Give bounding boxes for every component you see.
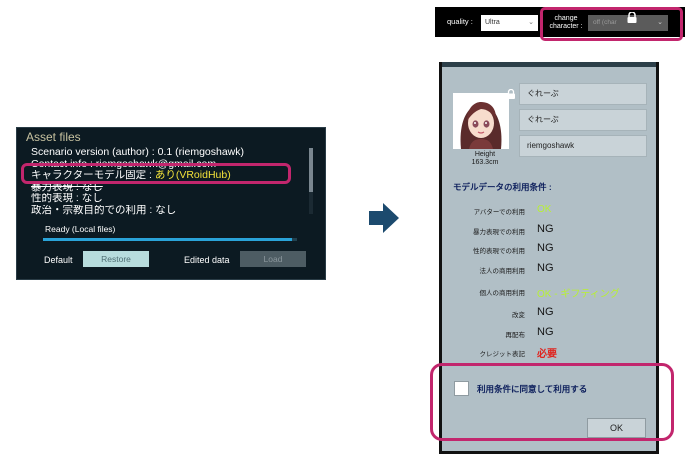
- character-fixed-highlight: [21, 163, 291, 184]
- restore-button[interactable]: Restore: [83, 251, 149, 267]
- term-label-corporate: 法人の商用利用: [479, 268, 526, 275]
- term-value-sexual: NG: [537, 242, 554, 254]
- dialog-header-bar: [442, 62, 656, 67]
- author-field: riemgoshawk: [519, 135, 647, 157]
- asset-files-title: Asset files: [26, 130, 81, 144]
- term-value-avatar-use: OK: [537, 204, 552, 215]
- agree-highlight: [430, 363, 674, 441]
- edited-data-label: Edited data: [184, 255, 230, 265]
- asset-scrollbar-thumb[interactable]: [309, 148, 313, 192]
- arrow-right-icon: [367, 201, 401, 240]
- asset-scrollbar[interactable]: [309, 148, 313, 214]
- progress-bar: [43, 238, 297, 241]
- avatar: [453, 93, 509, 149]
- terms-heading: モデルデータの利用条件 :: [453, 182, 552, 192]
- term-value-personal-commercial: OK - ギフティング: [537, 289, 620, 300]
- political-line: 政治・宗教目的での利用 : なし: [31, 204, 177, 216]
- term-value-credit: 必要: [537, 349, 557, 360]
- quality-select[interactable]: Ultra ⌄: [481, 15, 538, 31]
- default-label: Default: [44, 255, 73, 265]
- height-label: Height 163.3cm: [465, 151, 505, 167]
- height-label-title: Height: [474, 151, 496, 158]
- progress-fill: [43, 238, 292, 241]
- term-value-redistribution: NG: [537, 326, 554, 338]
- status-text: Ready (Local files): [45, 224, 116, 234]
- asset-files-panel: Asset files Scenario version (author) : …: [16, 127, 326, 280]
- term-label-modification: 改変: [512, 312, 525, 319]
- term-value-modification: NG: [537, 306, 554, 318]
- change-character-highlight: [540, 7, 683, 41]
- lock-icon: [505, 86, 517, 99]
- character-name-field: ぐれーぷ: [519, 109, 647, 131]
- model-name-field: ぐれーぷ: [519, 83, 647, 105]
- term-label-sexual: 性的表現での利用: [473, 248, 525, 255]
- chevron-down-icon: ⌄: [528, 19, 534, 26]
- quality-value: Ultra: [485, 19, 500, 26]
- term-label-personal-commercial: 個人の商用利用: [479, 290, 526, 297]
- term-value-corporate: NG: [537, 262, 554, 274]
- term-value-violence: NG: [537, 223, 554, 235]
- height-value: 163.3cm: [471, 159, 499, 166]
- load-button[interactable]: Load: [240, 251, 306, 267]
- sexual-line: 性的表現 : なし: [31, 193, 103, 204]
- term-label-redistribution: 再配布: [505, 332, 526, 339]
- term-label-credit: クレジット表記: [479, 351, 526, 358]
- term-label-avatar-use: アバターでの利用: [473, 209, 525, 216]
- term-label-violence: 暴力表現での利用: [473, 229, 525, 236]
- quality-label: quality :: [447, 17, 473, 26]
- scenario-version-line: Scenario version (author) : 0.1 (riemgos…: [31, 147, 245, 158]
